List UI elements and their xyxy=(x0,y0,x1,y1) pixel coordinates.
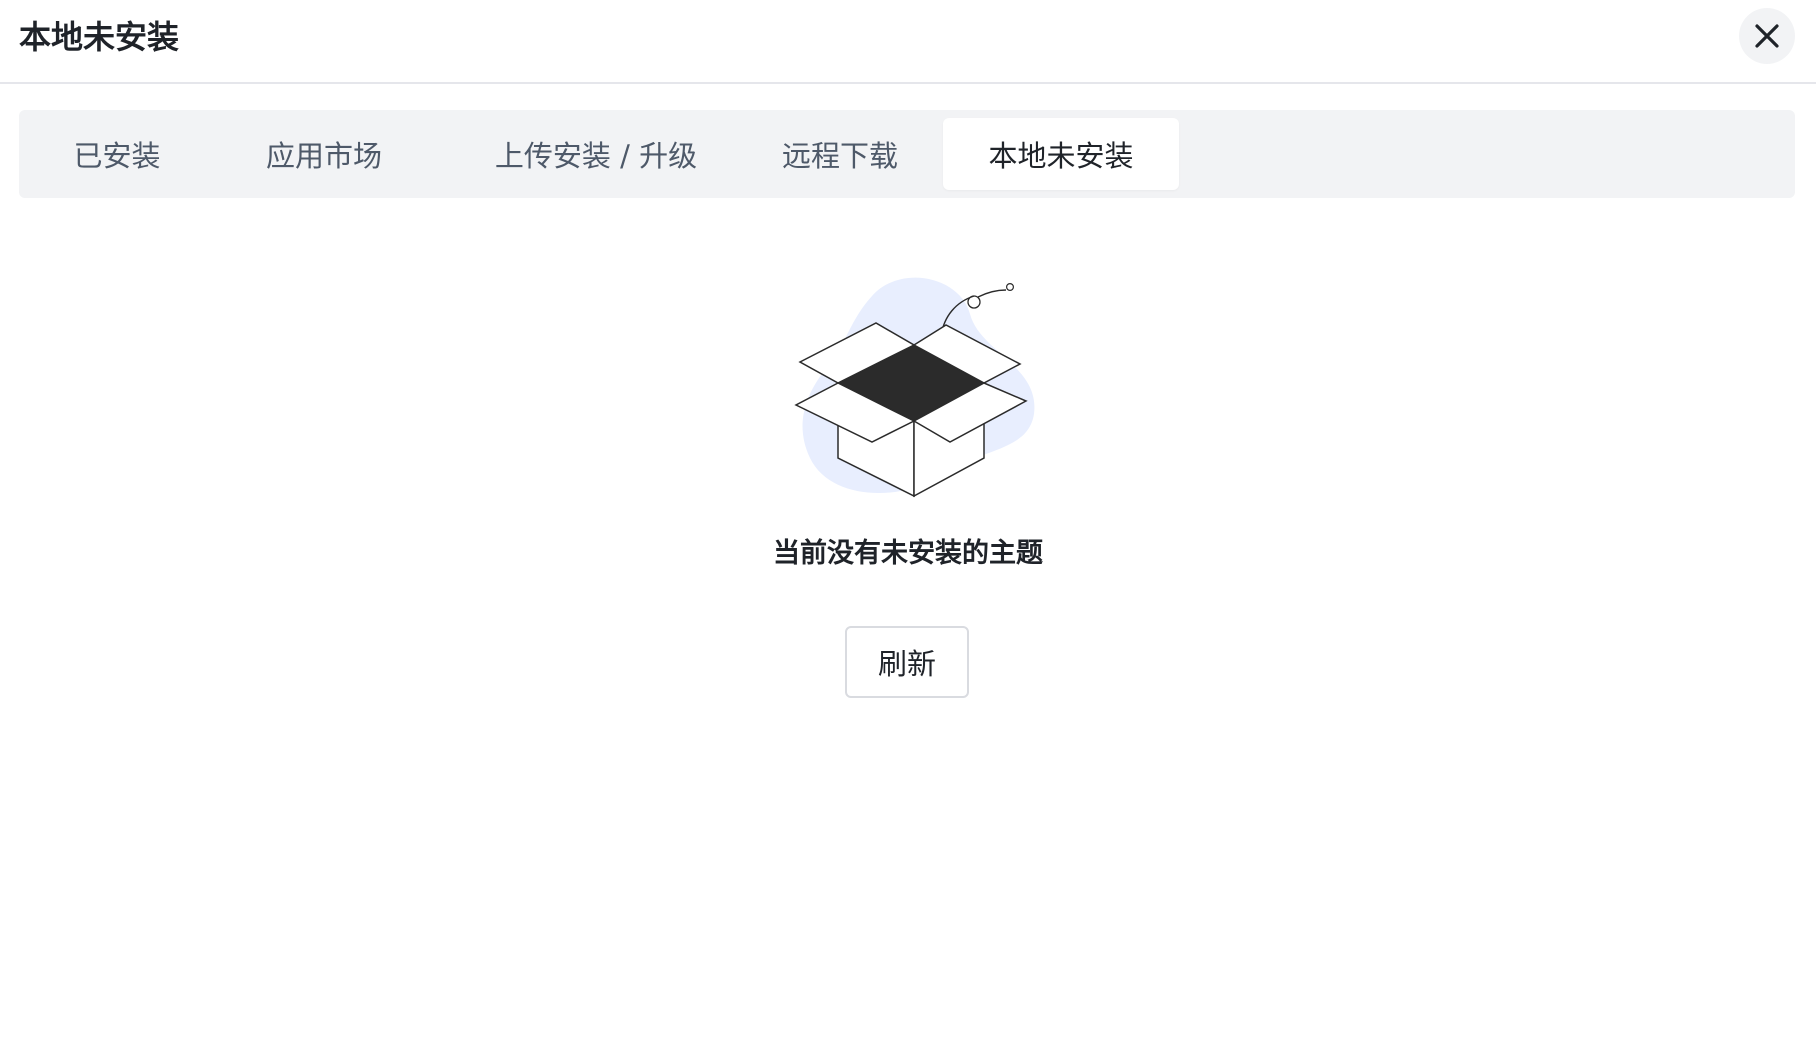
tab-remote-download[interactable]: 远程下载 xyxy=(763,118,917,190)
tab-bar: 已安装 应用市场 上传安装 / 升级 远程下载 本地未安装 xyxy=(19,110,1795,198)
tab-local-uninstalled[interactable]: 本地未安装 xyxy=(943,118,1179,190)
close-button[interactable] xyxy=(1739,8,1795,64)
refresh-button[interactable]: 刷新 xyxy=(845,626,969,698)
dialog-title: 本地未安装 xyxy=(19,18,180,56)
open-box-icon xyxy=(770,270,1050,502)
tab-installed[interactable]: 已安装 xyxy=(55,118,179,190)
tab-app-market[interactable]: 应用市场 xyxy=(247,118,401,190)
close-icon xyxy=(1755,24,1779,48)
tab-upload-install[interactable]: 上传安装 / 升级 xyxy=(471,118,721,190)
dialog-header: 本地未安装 xyxy=(0,0,1816,84)
empty-state-message: 当前没有未安装的主题 xyxy=(773,538,1043,569)
